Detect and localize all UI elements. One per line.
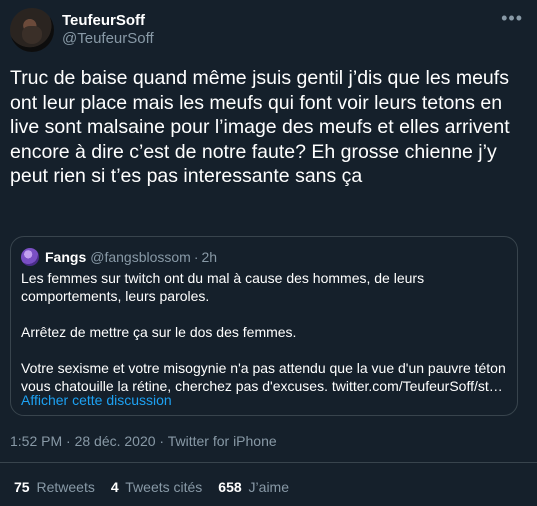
quoted-author-avatar — [21, 248, 39, 266]
quoted-tweet-text: Les femmes sur twitch ont du mal à cause… — [21, 269, 509, 395]
quote-tweets-stat[interactable]: 4 Tweets cités — [111, 479, 202, 495]
quoted-paragraph: Les femmes sur twitch ont du mal à cause… — [21, 270, 425, 304]
likes-count: 658 — [218, 479, 242, 495]
author-avatar[interactable] — [10, 8, 54, 52]
quoted-time: 2h — [201, 249, 218, 265]
author-display-name[interactable]: TeufeurSoff — [62, 12, 154, 30]
quote-tweets-label: Tweets cités — [125, 479, 203, 495]
quoted-author-display-name: Fangs — [45, 249, 87, 265]
quoted-paragraph: Votre sexisme et votre misogynie n'a pas… — [21, 360, 506, 394]
tweet: TeufeurSoff @TeufeurSoff ••• Truc de bai… — [0, 0, 537, 506]
retweets-stat[interactable]: 75 Retweets — [14, 479, 95, 495]
quoted-tweet-header: Fangs @fangsblossom · 2h — [21, 248, 217, 266]
quoted-separator: · — [193, 249, 199, 265]
quote-tweets-count: 4 — [110, 479, 119, 495]
author-names: TeufeurSoff @TeufeurSoff — [62, 12, 154, 48]
retweets-count: 75 — [14, 479, 30, 495]
retweets-label: Retweets — [36, 479, 95, 495]
tweet-stats: 75 Retweets 4 Tweets cités 658 J’aime — [14, 479, 289, 495]
tweet-text: Truc de baise quand même jsuis gentil j’… — [10, 67, 510, 187]
quoted-tweet[interactable]: Fangs @fangsblossom · 2h Les femmes sur … — [10, 236, 518, 416]
author-handle[interactable]: @TeufeurSoff — [62, 30, 154, 48]
likes-stat[interactable]: 658 J’aime — [218, 479, 289, 495]
quoted-paragraph: Arrêtez de mettre ça sur le dos des femm… — [21, 324, 297, 340]
quoted-author-handle: @fangsblossom — [90, 249, 191, 265]
tweet-meta: 1:52 PM · 28 déc. 2020 · Twitter for iPh… — [10, 433, 277, 449]
likes-label: J’aime — [248, 479, 290, 495]
show-thread-link[interactable]: Afficher cette discussion — [21, 392, 172, 408]
tweet-header: TeufeurSoff @TeufeurSoff ••• — [8, 6, 529, 52]
more-options-icon[interactable]: ••• — [501, 8, 523, 29]
divider — [0, 462, 537, 463]
